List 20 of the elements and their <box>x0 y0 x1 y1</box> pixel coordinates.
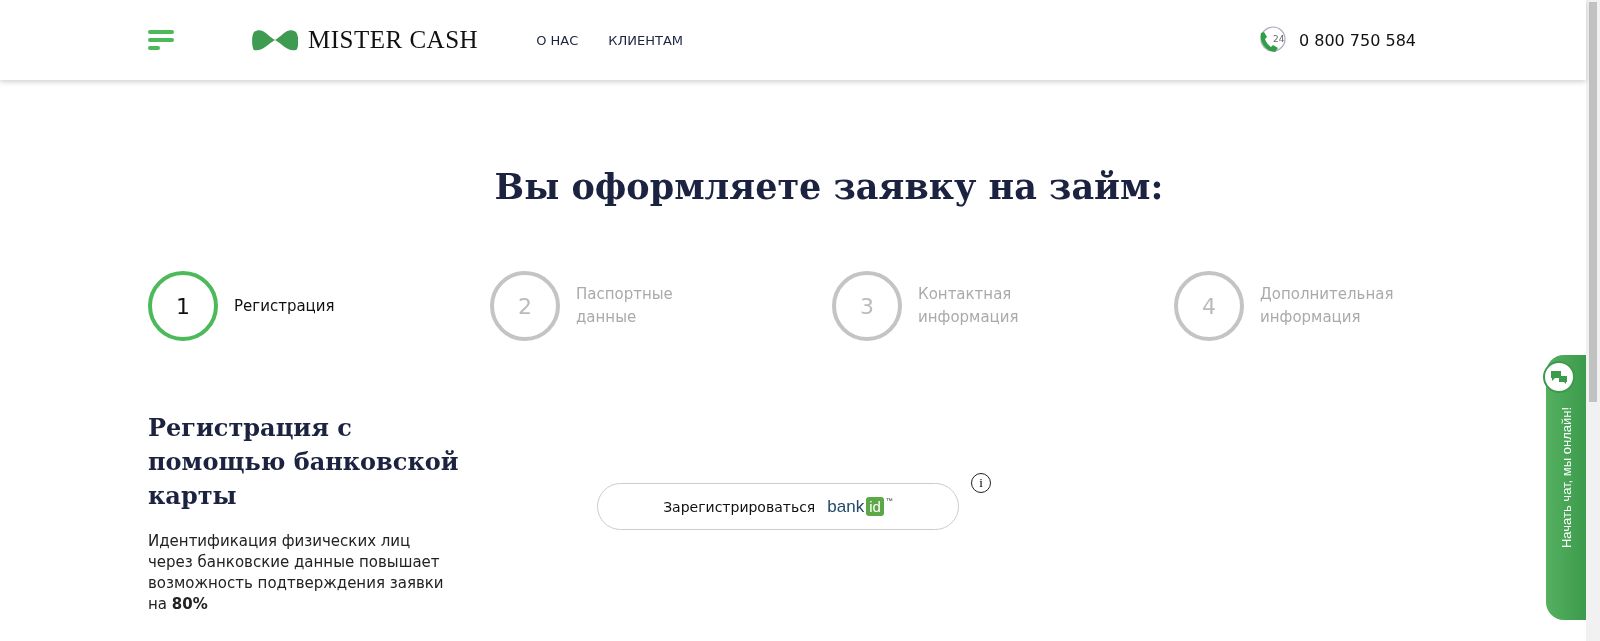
scrollbar[interactable] <box>1586 0 1600 641</box>
section-heading: Регистрация с помощью банковской карты <box>148 412 460 512</box>
nav-link[interactable]: КЛИЕНТАМ <box>608 32 684 48</box>
nav-link[interactable]: О НАС <box>536 32 579 48</box>
step-number: 4 <box>1174 271 1244 341</box>
phone-number: 0 800 750 584 <box>1298 30 1416 50</box>
menu-icon[interactable] <box>148 29 174 51</box>
page-title: Вы оформляете заявку на займ: <box>493 166 1165 207</box>
bow-tie-logo-icon <box>252 28 298 52</box>
logo-text: MISTER CASH <box>308 26 479 54</box>
section-description: Идентификация физических лиц через банковские данные повышает возможность подтверждения заявки на 80% <box>148 531 445 615</box>
step-label: Регистрация <box>234 295 336 317</box>
step-label: Паспортные данные <box>576 284 674 328</box>
step-label: Контактная информация <box>918 284 1020 328</box>
step-number: 3 <box>832 271 902 341</box>
step-number: 2 <box>490 271 560 341</box>
chat-bubbles-icon <box>1550 369 1568 385</box>
chat-label: Начать чат, мы онлайн! <box>1558 407 1574 548</box>
step-number: 1 <box>148 271 218 341</box>
step-label: Дополнительная информация <box>1260 284 1395 328</box>
